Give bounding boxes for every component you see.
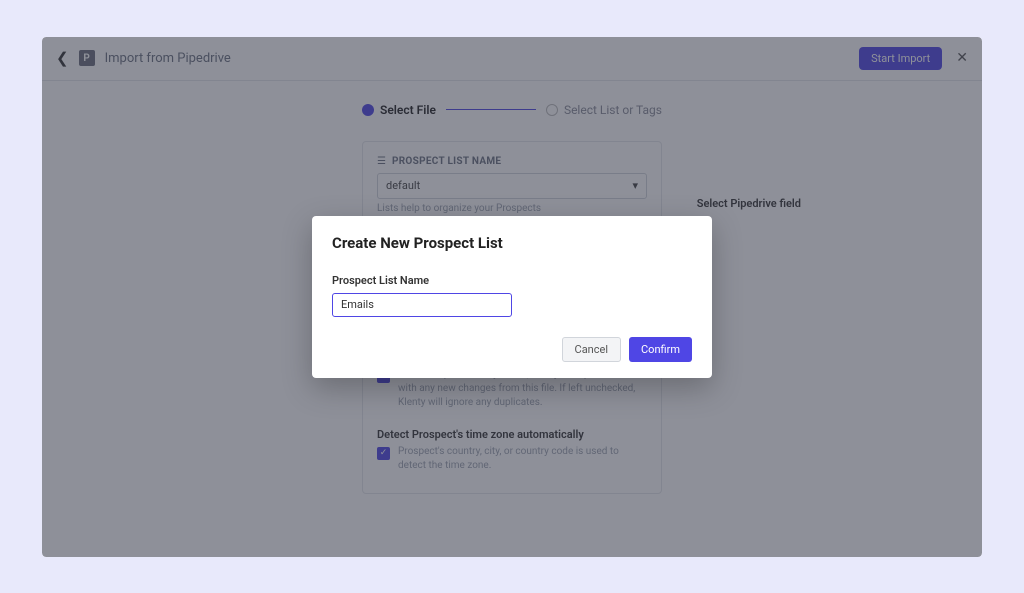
modal-title: Create New Prospect List xyxy=(332,234,692,252)
modal-overlay: Create New Prospect List Prospect List N… xyxy=(42,37,982,557)
cancel-button[interactable]: Cancel xyxy=(562,337,621,362)
confirm-button[interactable]: Confirm xyxy=(629,337,692,362)
prospect-list-name-input[interactable] xyxy=(332,293,512,317)
create-prospect-list-modal: Create New Prospect List Prospect List N… xyxy=(312,216,712,378)
modal-field-label: Prospect List Name xyxy=(332,274,692,287)
import-window: ❮ P Import from Pipedrive Start Import ✕… xyxy=(42,37,982,557)
